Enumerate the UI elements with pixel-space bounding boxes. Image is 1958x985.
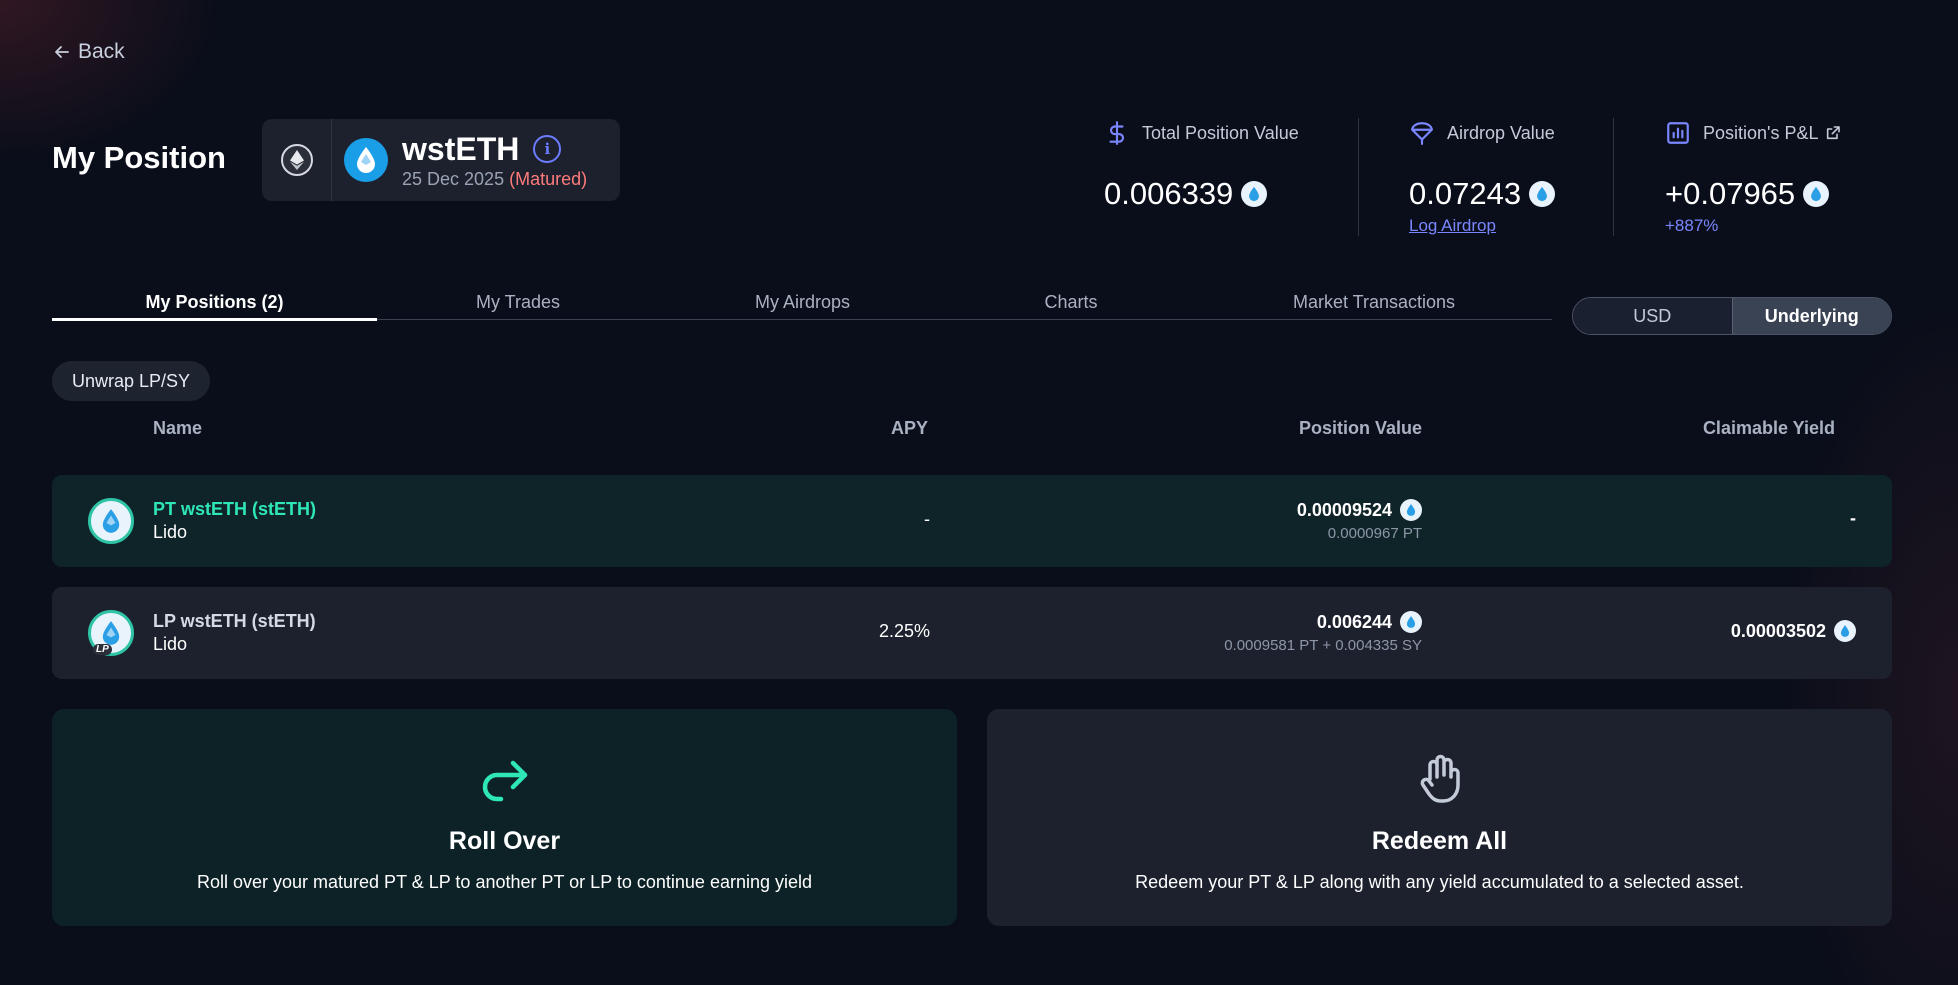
row-claimable-yield: 0.00003502 xyxy=(1731,620,1856,642)
redeem-all-card[interactable]: Redeem All Redeem your PT & LP along wit… xyxy=(987,709,1892,926)
header-apy: APY xyxy=(890,418,928,438)
maturity-date-value: 25 Dec 2025 xyxy=(402,168,505,189)
matured-badge: (Matured) xyxy=(509,168,588,189)
wsteth-coin-icon xyxy=(1400,499,1422,521)
back-button[interactable]: Back xyxy=(52,40,125,64)
stats-divider xyxy=(1358,118,1359,236)
row-protocol: Lido xyxy=(153,522,188,542)
tab-my-airdrops[interactable]: My Airdrops xyxy=(659,292,946,319)
row-value-breakdown: 0.0000967 PT xyxy=(1327,525,1422,542)
arrow-left-icon xyxy=(55,46,69,58)
row-name: LP wstETH (stETH) xyxy=(153,611,316,631)
row-apy: - xyxy=(924,509,930,529)
log-airdrop-link[interactable]: Log Airdrop xyxy=(1409,216,1496,235)
header-name: Name xyxy=(153,418,203,438)
row-position-value: 0.00009524 0.0000967 PT xyxy=(1297,499,1422,542)
row-value-amount: 0.00009524 xyxy=(1296,499,1392,520)
table-row[interactable]: LP LP wstETH (stETH) Lido 2.25% 0.006244… xyxy=(52,587,1892,679)
page-title: My Position xyxy=(52,140,226,175)
lp-wsteth-icon: LP xyxy=(88,610,134,656)
ethereum-icon xyxy=(280,144,313,176)
pnl-change: +887% xyxy=(1665,216,1719,235)
market-card: wstETH i 25 Dec 2025 (Matured) xyxy=(262,119,620,201)
rollover-arrow-icon xyxy=(482,760,527,802)
header-claimable-yield: Claimable Yield xyxy=(1702,418,1835,438)
redeem-all-description: Redeem your PT & LP along with any yield… xyxy=(1135,872,1744,892)
row-protocol: Lido xyxy=(153,634,188,654)
info-icon[interactable]: i xyxy=(533,134,562,163)
table-row[interactable]: PT wstETH (stETH) Lido - 0.00009524 0.00… xyxy=(52,475,1892,567)
tab-my-positions[interactable]: My Positions (2) xyxy=(52,292,377,321)
pnl-label: Position's P&L xyxy=(1703,122,1819,143)
currency-toggle: USD Underlying xyxy=(1572,297,1892,335)
row-claimable-yield: - xyxy=(1850,508,1856,529)
tab-my-trades[interactable]: My Trades xyxy=(377,292,659,319)
roll-over-card[interactable]: Roll Over Roll over your matured PT & LP… xyxy=(52,709,957,926)
airdrop-label: Airdrop Value xyxy=(1447,122,1555,143)
row-value-breakdown: 0.0009581 PT + 0.004335 SY xyxy=(1224,637,1422,654)
tab-market-transactions[interactable]: Market Transactions xyxy=(1196,292,1552,319)
row-yield-amount: - xyxy=(1850,508,1856,528)
toggle-usd[interactable]: USD xyxy=(1573,298,1732,334)
bar-chart-icon xyxy=(1667,122,1689,144)
total-position-amount: 0.006339 xyxy=(1104,176,1234,211)
lp-badge: LP xyxy=(93,644,112,655)
wsteth-coin-icon xyxy=(1803,181,1830,207)
wsteth-coin-icon xyxy=(1241,181,1268,207)
wsteth-drop-icon xyxy=(344,138,388,182)
row-yield-amount: 0.00003502 xyxy=(1730,620,1826,641)
unwrap-lp-sy-button[interactable]: Unwrap LP/SY xyxy=(52,361,211,401)
row-value-amount: 0.006244 xyxy=(1316,611,1392,632)
hand-icon xyxy=(1420,754,1460,803)
row-position-value: 0.006244 0.0009581 PT + 0.004335 SY xyxy=(1224,611,1422,654)
airdrop-value: Airdrop Value 0.07243 Log Airdrop xyxy=(1409,120,1556,236)
position-pnl: Position's P&L +0.07965 +887% xyxy=(1665,120,1841,236)
total-position-label: Total Position Value xyxy=(1142,122,1299,143)
dollar-icon xyxy=(1109,121,1125,145)
chain-selector[interactable] xyxy=(262,119,332,201)
maturity-date: 25 Dec 2025 (Matured) xyxy=(402,169,587,190)
external-link-icon[interactable] xyxy=(1825,125,1841,141)
row-apy: 2.25% xyxy=(878,621,930,641)
stats-divider xyxy=(1613,118,1614,236)
header-position-value: Position Value xyxy=(1298,418,1422,438)
roll-over-title: Roll Over xyxy=(448,827,561,855)
pnl-amount: +0.07965 xyxy=(1665,176,1796,211)
asset-name: wstETH xyxy=(402,130,520,167)
row-name: PT wstETH (stETH) xyxy=(153,499,317,519)
toggle-underlying[interactable]: Underlying xyxy=(1731,298,1891,334)
wsteth-coin-icon xyxy=(1529,181,1556,207)
back-label: Back xyxy=(78,40,125,63)
wsteth-coin-icon xyxy=(1400,611,1422,633)
total-position-value: Total Position Value 0.006339 xyxy=(1104,120,1299,212)
tab-charts[interactable]: Charts xyxy=(946,292,1196,319)
parachute-icon xyxy=(1411,122,1433,145)
redeem-all-title: Redeem All xyxy=(1371,827,1508,855)
position-tabs: My Positions (2) My Trades My Airdrops C… xyxy=(52,292,1552,321)
pt-wsteth-icon xyxy=(88,498,134,544)
wsteth-coin-icon xyxy=(1834,620,1856,642)
roll-over-description: Roll over your matured PT & LP to anothe… xyxy=(196,872,813,892)
airdrop-amount: 0.07243 xyxy=(1409,176,1522,211)
